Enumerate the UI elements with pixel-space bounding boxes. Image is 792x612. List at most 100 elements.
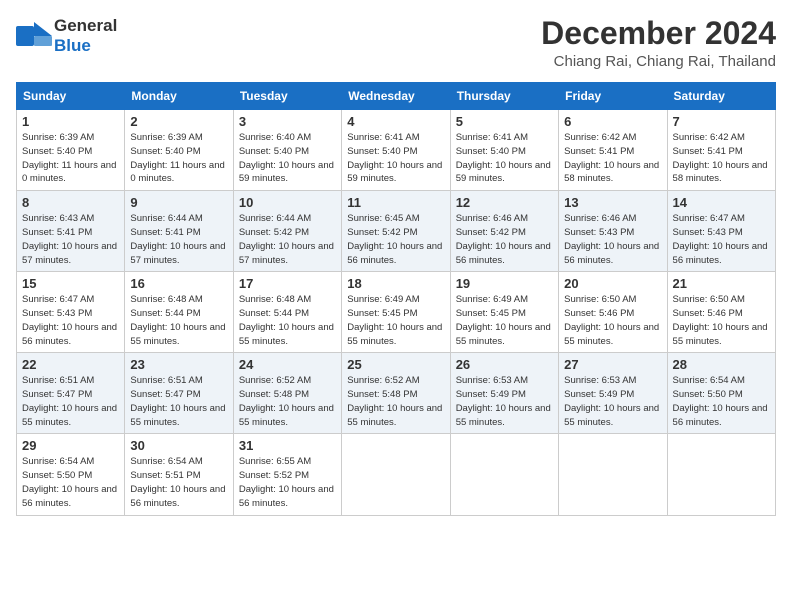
day-number: 19 [456,276,553,291]
day-number: 9 [130,195,227,210]
col-header-friday: Friday [559,83,667,110]
month-title: December 2024 [541,16,776,51]
day-cell: 9 Sunrise: 6:44 AMSunset: 5:41 PMDaylight… [125,191,233,272]
day-number: 29 [22,438,119,453]
day-info: Sunrise: 6:53 AMSunset: 5:49 PMDaylight:… [564,374,661,429]
col-header-monday: Monday [125,83,233,110]
day-number: 22 [22,357,119,372]
day-number: 25 [347,357,444,372]
day-cell: 16 Sunrise: 6:48 AMSunset: 5:44 PMDayligh… [125,272,233,353]
day-cell [450,434,558,515]
col-header-sunday: Sunday [17,83,125,110]
day-number: 1 [22,114,119,129]
day-cell: 19 Sunrise: 6:49 AMSunset: 5:45 PMDayligh… [450,272,558,353]
day-number: 20 [564,276,661,291]
day-info: Sunrise: 6:42 AMSunset: 5:41 PMDaylight:… [673,131,770,186]
day-number: 3 [239,114,336,129]
day-number: 23 [130,357,227,372]
day-number: 15 [22,276,119,291]
day-cell: 31Sunrise: 6:55 AMSunset: 5:52 PMDayligh… [233,434,341,515]
day-info: Sunrise: 6:41 AMSunset: 5:40 PMDaylight:… [347,131,444,186]
page-header: General Blue December 2024 Chiang Rai, C… [16,16,776,70]
day-info: Sunrise: 6:54 AMSunset: 5:50 PMDaylight:… [673,374,770,429]
day-cell: 6 Sunrise: 6:42 AMSunset: 5:41 PMDaylight… [559,110,667,191]
day-info: Sunrise: 6:44 AMSunset: 5:42 PMDaylight:… [239,212,336,267]
col-header-wednesday: Wednesday [342,83,450,110]
day-info: Sunrise: 6:44 AMSunset: 5:41 PMDaylight:… [130,212,227,267]
day-info: Sunrise: 6:51 AMSunset: 5:47 PMDaylight:… [22,374,119,429]
day-number: 13 [564,195,661,210]
day-info: Sunrise: 6:51 AMSunset: 5:47 PMDaylight:… [130,374,227,429]
day-number: 14 [673,195,770,210]
day-cell: 8 Sunrise: 6:43 AMSunset: 5:41 PMDaylight… [17,191,125,272]
day-number: 27 [564,357,661,372]
day-info: Sunrise: 6:50 AMSunset: 5:46 PMDaylight:… [673,293,770,348]
day-info: Sunrise: 6:46 AMSunset: 5:43 PMDaylight:… [564,212,661,267]
day-number: 18 [347,276,444,291]
day-cell [342,434,450,515]
day-cell: 12 Sunrise: 6:46 AMSunset: 5:42 PMDayligh… [450,191,558,272]
day-number: 2 [130,114,227,129]
day-info: Sunrise: 6:39 AMSunset: 5:40 PMDaylight:… [130,131,227,186]
day-info: Sunrise: 6:39 AMSunset: 5:40 PMDaylight:… [22,131,119,186]
day-number: 5 [456,114,553,129]
day-cell: 7Sunrise: 6:42 AMSunset: 5:41 PMDaylight… [667,110,775,191]
day-cell: 18 Sunrise: 6:49 AMSunset: 5:45 PMDayligh… [342,272,450,353]
day-cell: 17Sunrise: 6:48 AMSunset: 5:44 PMDayligh… [233,272,341,353]
day-cell: 2 Sunrise: 6:39 AMSunset: 5:40 PMDaylight… [125,110,233,191]
day-info: Sunrise: 6:47 AMSunset: 5:43 PMDaylight:… [22,293,119,348]
day-number: 16 [130,276,227,291]
day-info: Sunrise: 6:53 AMSunset: 5:49 PMDaylight:… [456,374,553,429]
day-info: Sunrise: 6:40 AMSunset: 5:40 PMDaylight:… [239,131,336,186]
week-row: 15 Sunrise: 6:47 AMSunset: 5:43 PMDayligh… [17,272,776,353]
day-number: 11 [347,195,444,210]
day-cell: 23 Sunrise: 6:51 AMSunset: 5:47 PMDayligh… [125,353,233,434]
day-cell: 27 Sunrise: 6:53 AMSunset: 5:49 PMDayligh… [559,353,667,434]
day-number: 8 [22,195,119,210]
logo-icon [16,22,52,50]
day-info: Sunrise: 6:46 AMSunset: 5:42 PMDaylight:… [456,212,553,267]
day-info: Sunrise: 6:50 AMSunset: 5:46 PMDaylight:… [564,293,661,348]
day-info: Sunrise: 6:48 AMSunset: 5:44 PMDaylight:… [130,293,227,348]
day-cell: 28 Sunrise: 6:54 AMSunset: 5:50 PMDayligh… [667,353,775,434]
day-cell: 22 Sunrise: 6:51 AMSunset: 5:47 PMDayligh… [17,353,125,434]
day-cell [559,434,667,515]
day-info: Sunrise: 6:52 AMSunset: 5:48 PMDaylight:… [347,374,444,429]
logo-blue: Blue [54,36,91,55]
day-number: 26 [456,357,553,372]
day-info: Sunrise: 6:45 AMSunset: 5:42 PMDaylight:… [347,212,444,267]
week-row: 22 Sunrise: 6:51 AMSunset: 5:47 PMDayligh… [17,353,776,434]
day-info: Sunrise: 6:42 AMSunset: 5:41 PMDaylight:… [564,131,661,186]
calendar-table: SundayMondayTuesdayWednesdayThursdayFrid… [16,82,776,515]
day-info: Sunrise: 6:48 AMSunset: 5:44 PMDaylight:… [239,293,336,348]
day-cell: 26 Sunrise: 6:53 AMSunset: 5:49 PMDayligh… [450,353,558,434]
day-cell [667,434,775,515]
day-info: Sunrise: 6:54 AMSunset: 5:50 PMDaylight:… [22,455,119,510]
day-cell: 20 Sunrise: 6:50 AMSunset: 5:46 PMDayligh… [559,272,667,353]
day-number: 31 [239,438,336,453]
day-info: Sunrise: 6:43 AMSunset: 5:41 PMDaylight:… [22,212,119,267]
day-number: 28 [673,357,770,372]
day-cell: 13 Sunrise: 6:46 AMSunset: 5:43 PMDayligh… [559,191,667,272]
day-cell: 4 Sunrise: 6:41 AMSunset: 5:40 PMDaylight… [342,110,450,191]
day-info: Sunrise: 6:49 AMSunset: 5:45 PMDaylight:… [347,293,444,348]
day-info: Sunrise: 6:49 AMSunset: 5:45 PMDaylight:… [456,293,553,348]
day-cell: 1 Sunrise: 6:39 AMSunset: 5:40 PMDaylight… [17,110,125,191]
week-row: 29 Sunrise: 6:54 AMSunset: 5:50 PMDayligh… [17,434,776,515]
day-number: 24 [239,357,336,372]
day-number: 12 [456,195,553,210]
day-info: Sunrise: 6:47 AMSunset: 5:43 PMDaylight:… [673,212,770,267]
day-cell: 10Sunrise: 6:44 AMSunset: 5:42 PMDayligh… [233,191,341,272]
week-row: 8 Sunrise: 6:43 AMSunset: 5:41 PMDaylight… [17,191,776,272]
col-header-saturday: Saturday [667,83,775,110]
day-number: 30 [130,438,227,453]
day-number: 6 [564,114,661,129]
day-cell: 3 Sunrise: 6:40 AMSunset: 5:40 PMDaylight… [233,110,341,191]
day-cell: 30Sunrise: 6:54 AMSunset: 5:51 PMDayligh… [125,434,233,515]
day-info: Sunrise: 6:52 AMSunset: 5:48 PMDaylight:… [239,374,336,429]
day-number: 4 [347,114,444,129]
logo: General Blue [16,16,117,56]
day-info: Sunrise: 6:41 AMSunset: 5:40 PMDaylight:… [456,131,553,186]
location-title: Chiang Rai, Chiang Rai, Thailand [541,53,776,70]
day-cell: 11 Sunrise: 6:45 AMSunset: 5:42 PMDayligh… [342,191,450,272]
